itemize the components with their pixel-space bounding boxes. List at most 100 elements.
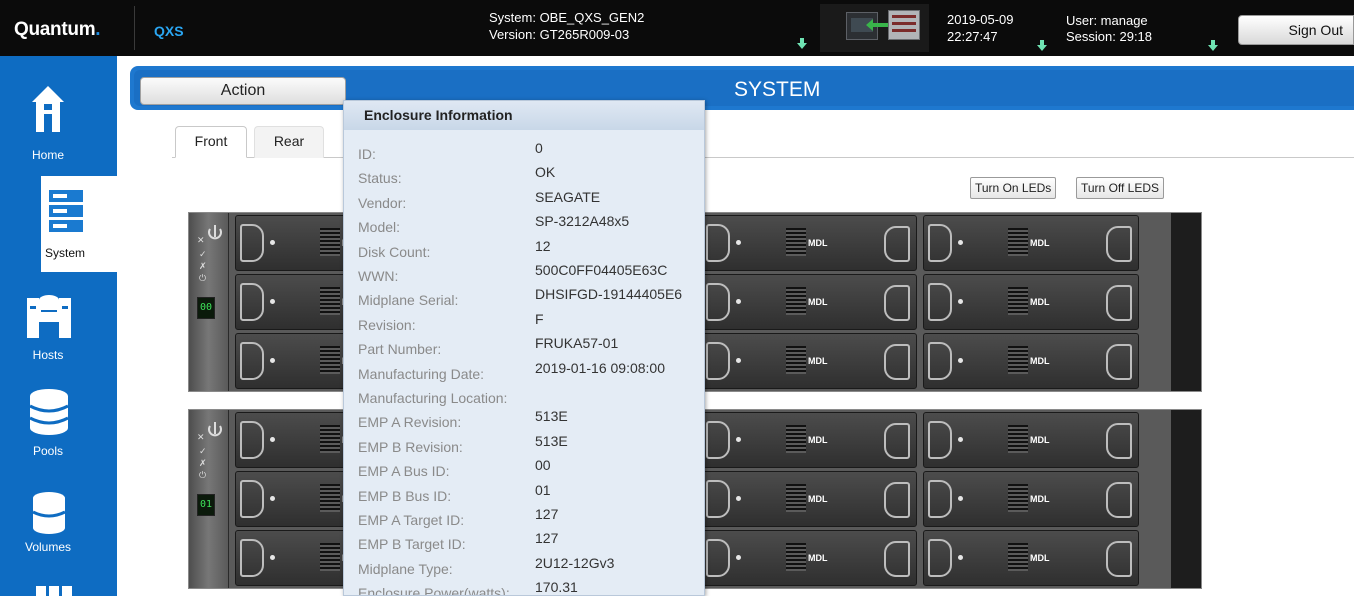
info-key: Vendor: (358, 194, 407, 211)
page-title: SYSTEM (734, 78, 821, 101)
drive-slot[interactable]: MDL (701, 412, 917, 468)
info-key: Model: (358, 219, 401, 236)
info-key: EMP B Revision: (358, 438, 463, 455)
user-info[interactable]: User: manage Session: 29:18 (1066, 13, 1152, 45)
info-row: EMP B Target ID: 127 (358, 530, 704, 554)
status-fault-icon: ✗ (199, 458, 207, 468)
info-key: Disk Count: (358, 243, 431, 260)
banner-inner: Action SYSTEM (134, 70, 1354, 106)
drive-led (736, 437, 741, 442)
info-value: 513E (535, 432, 568, 449)
info-row: EMP B Bus ID: 01 (358, 482, 704, 506)
turn-on-leds-button[interactable]: Turn On LEDs (970, 177, 1057, 199)
drive-slot[interactable]: MDL (923, 274, 1139, 330)
sign-out-button[interactable]: Sign Out (1238, 15, 1354, 45)
session-time: 29:18 (1119, 29, 1153, 44)
info-key: Manufacturing Location: (358, 390, 508, 406)
drive-slot[interactable]: MDL (923, 471, 1139, 527)
drive-slot[interactable]: MDL (701, 215, 917, 271)
sidebar-item-hosts[interactable]: Hosts (0, 292, 117, 388)
sidebar-item-home[interactable]: Home (0, 84, 117, 180)
more-nav-icon[interactable] (36, 584, 72, 596)
drive-handle-icon (884, 423, 910, 459)
drive-label: MDL (808, 356, 828, 366)
drive-label: MDL (1030, 494, 1050, 504)
info-value: 2U12-12Gv3 (535, 554, 615, 571)
quantum-logo: Quantum. (14, 19, 101, 40)
drive-slot[interactable]: MDL (923, 215, 1139, 271)
drive-led (958, 496, 963, 501)
info-key: WWN: (358, 268, 399, 284)
drive-led (958, 240, 963, 245)
drive-vent (320, 543, 340, 571)
drive-latch-icon (928, 421, 952, 459)
info-row: ID: 0 (358, 140, 704, 164)
drive-slot[interactable]: MDL (701, 333, 917, 389)
info-row: Midplane Type: 2U12-12Gv3 (358, 555, 704, 579)
drive-vent (786, 484, 806, 512)
date-time-expand-icon[interactable] (1037, 40, 1047, 51)
top-bar: Quantum. QXS System: OBE_QXS_GEN2 Versio… (0, 0, 1354, 56)
drive-led (958, 437, 963, 442)
drive-led (958, 299, 963, 304)
drive-latch-icon (928, 283, 952, 321)
hosts-icon (27, 295, 71, 338)
drive-latch-icon (706, 283, 730, 321)
drive-latch-icon (240, 283, 264, 321)
action-button[interactable]: Action (140, 77, 346, 105)
drive-latch-icon (706, 421, 730, 459)
drive-slot[interactable]: MDL (923, 530, 1139, 586)
main-content: Action SYSTEM Front Rear T Turn On LEDs … (117, 56, 1354, 596)
info-row: Midplane Serial: DHSIFGD-19144405E6 (358, 286, 704, 310)
info-value: 127 (535, 506, 559, 522)
turn-off-leds-button[interactable]: Turn Off LEDS (1076, 177, 1165, 199)
drive-handle-icon (1106, 344, 1132, 380)
info-row: Manufacturing Location: (358, 384, 704, 408)
drive-vent (786, 287, 806, 315)
info-value: 0 (535, 140, 543, 156)
pools-icon (29, 389, 69, 435)
date-time[interactable]: 2019-05-09 22:27:47 (947, 11, 1014, 45)
drive-label: MDL (808, 553, 828, 563)
sidebar-item-volumes[interactable]: Volumes (0, 492, 117, 588)
info-value: 170.31 (535, 579, 578, 596)
drive-led (958, 358, 963, 363)
drive-vent (1008, 484, 1028, 512)
info-value: FRUKA57-01 (535, 335, 619, 352)
drive-slot[interactable]: MDL (923, 333, 1139, 389)
tab-front[interactable]: Front (175, 126, 247, 158)
drive-handle-icon (1106, 226, 1132, 262)
system-icon (49, 190, 83, 232)
info-value: 513E (535, 408, 568, 425)
user-label: User: (1066, 13, 1101, 28)
info-value: 00 (535, 457, 551, 474)
info-row: EMP A Target ID: 127 (358, 506, 704, 530)
drive-latch-icon (928, 480, 952, 518)
system-name: System: OBE_QXS_GEN2 (489, 10, 645, 25)
drive-led (270, 555, 275, 560)
drive-latch-icon (240, 480, 264, 518)
popup-title: Enclosure Information (344, 101, 704, 130)
drive-slot[interactable]: MDL (701, 530, 917, 586)
user-info-expand-icon[interactable] (1208, 40, 1218, 51)
drive-led (958, 555, 963, 560)
drive-label: MDL (1030, 297, 1050, 307)
sidebar-item-pools[interactable]: Pools (0, 388, 117, 484)
drive-slot[interactable]: MDL (701, 471, 917, 527)
system-info[interactable]: System: OBE_QXS_GEN2 Version: GT265R009-… (489, 9, 644, 43)
divider (134, 6, 135, 50)
drive-vent (320, 287, 340, 315)
sidebar-item-system[interactable]: System (41, 176, 117, 272)
drive-slot[interactable]: MDL (923, 412, 1139, 468)
tab-rear[interactable]: Rear (254, 126, 324, 158)
system-health-icon[interactable] (820, 4, 929, 52)
info-value: 2019-01-16 09:08:00 (535, 359, 665, 376)
drive-handle-icon (884, 541, 910, 577)
drive-vent (320, 346, 340, 374)
info-key: EMP B Bus ID: (358, 487, 452, 504)
power-icon (208, 225, 222, 240)
drive-latch-icon (706, 539, 730, 577)
drive-slot[interactable]: MDL (701, 274, 917, 330)
drive-led (270, 358, 275, 363)
system-info-expand-icon[interactable] (797, 38, 807, 49)
